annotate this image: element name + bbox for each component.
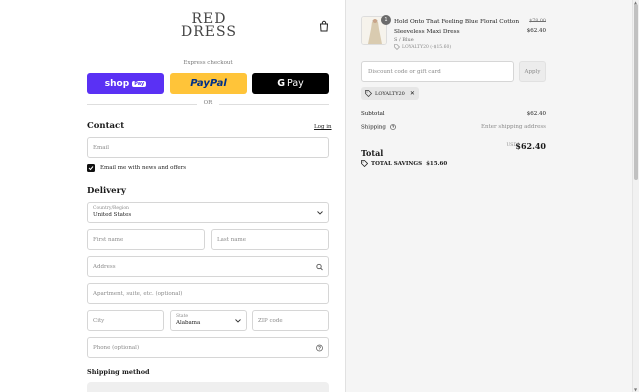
tag-icon: [361, 160, 368, 167]
apply-discount-button[interactable]: Apply: [519, 61, 546, 82]
original-price: $78.00: [529, 19, 546, 24]
product-variant: S / Blue: [394, 37, 414, 43]
delivery-heading: Delivery: [87, 186, 127, 196]
apartment-field[interactable]: Apartment, suite, etc. (optional): [87, 283, 329, 304]
city-field[interactable]: City: [87, 310, 164, 331]
discounted-price: $62.40: [526, 28, 546, 34]
shop-pay-button[interactable]: shop Pay: [87, 73, 164, 94]
state-value: Alabama: [176, 320, 201, 326]
subtotal-row: Subtotal $62.40: [361, 111, 546, 117]
newsletter-option: Email me with news and offers: [87, 164, 186, 172]
shipping-label: Shipping: [361, 124, 386, 131]
help-icon[interactable]: [316, 344, 323, 351]
total-row: Total USD $62.40: [361, 141, 546, 160]
country-select[interactable]: Country/Region United States: [87, 202, 329, 223]
tag-icon: [394, 44, 400, 50]
shipping-value: Enter shipping address: [481, 124, 546, 130]
or-label: OR: [203, 100, 213, 106]
shop-pay-badge: Pay: [132, 80, 147, 87]
shipping-row: Shipping Enter shipping address: [361, 124, 546, 131]
scrollbar-thumb[interactable]: [634, 4, 638, 180]
shopping-bag-icon[interactable]: [318, 20, 330, 32]
discount-placeholder: Discount code or gift card: [368, 68, 441, 75]
address-placeholder: Address: [93, 263, 116, 270]
subtotal-value: $62.40: [526, 111, 546, 117]
shipping-method-heading: Shipping method: [87, 368, 150, 376]
shop-pay-wordmark: shop: [104, 78, 130, 89]
last-name-placeholder: Last name: [217, 236, 247, 243]
zip-field[interactable]: ZIP code: [252, 310, 329, 331]
chevron-down-icon: [317, 210, 323, 215]
brand-logo-line2: DRESS: [181, 24, 237, 40]
country-value: United States: [93, 212, 132, 218]
savings-value: $15.60: [426, 160, 448, 167]
divider-line-right: [219, 104, 329, 105]
newsletter-checkbox[interactable]: [87, 164, 95, 172]
login-link[interactable]: Log in: [314, 124, 332, 130]
order-summary-panel: [345, 0, 632, 392]
checkmark-icon: [88, 166, 94, 171]
last-name-field[interactable]: Last name: [211, 229, 329, 250]
google-pay-button[interactable]: G Pay: [252, 73, 329, 94]
first-name-field[interactable]: First name: [87, 229, 205, 250]
product-discount: LOYALTY20 (-$15.60): [394, 44, 451, 50]
total-label: Total: [361, 148, 384, 158]
shipping-method-placeholder: [87, 382, 329, 392]
total-value: $62.40: [515, 141, 546, 151]
paypal-button[interactable]: PayPal: [170, 73, 247, 94]
or-divider: OR: [87, 100, 329, 108]
applied-discount-tag: LOYALTY20 ✕: [361, 87, 419, 100]
checkout-main-column: RED DRESS Express checkout shop Pay PayP…: [0, 0, 345, 392]
paypal-wordmark: PayPal: [190, 78, 227, 89]
chevron-down-icon: [235, 318, 241, 323]
search-icon: [316, 263, 323, 270]
first-name-placeholder: First name: [93, 236, 124, 243]
savings-label: TOTAL SAVINGS: [371, 160, 423, 167]
quantity-badge: 1: [381, 15, 391, 25]
state-select[interactable]: State Alabama: [170, 310, 247, 331]
tag-icon: [365, 90, 372, 97]
discount-code-input[interactable]: Discount code or gift card: [361, 61, 514, 82]
subtotal-label: Subtotal: [361, 111, 385, 117]
total-savings: TOTAL SAVINGS $15.60: [361, 160, 447, 167]
product-discount-text: LOYALTY20 (-$15.60): [402, 44, 452, 50]
contact-heading: Contact: [87, 121, 125, 131]
email-field[interactable]: Email: [87, 137, 329, 158]
scroll-down-icon[interactable]: ▼: [634, 387, 637, 392]
product-name: Hold Onto That Feeling Blue Floral Cotto…: [394, 19, 520, 35]
zip-placeholder: ZIP code: [258, 317, 283, 324]
city-placeholder: City: [93, 317, 105, 324]
brand-logo[interactable]: RED DRESS: [174, 12, 244, 40]
google-g-icon: G: [277, 78, 286, 89]
google-pay-wordmark: Pay: [287, 78, 304, 89]
apartment-placeholder: Apartment, suite, etc. (optional): [93, 290, 183, 297]
remove-discount-icon[interactable]: ✕: [410, 90, 415, 97]
email-placeholder: Email: [93, 144, 110, 151]
phone-field[interactable]: Phone (optional): [87, 337, 329, 358]
address-field[interactable]: Address: [87, 256, 329, 277]
page-scrollbar[interactable]: ▲ ▼: [632, 0, 639, 392]
phone-placeholder: Phone (optional): [93, 344, 140, 351]
newsletter-label: Email me with news and offers: [100, 165, 187, 171]
applied-discount-code: LOYALTY20: [375, 90, 405, 97]
help-icon[interactable]: [389, 124, 396, 130]
express-checkout-label: Express checkout: [183, 60, 233, 66]
